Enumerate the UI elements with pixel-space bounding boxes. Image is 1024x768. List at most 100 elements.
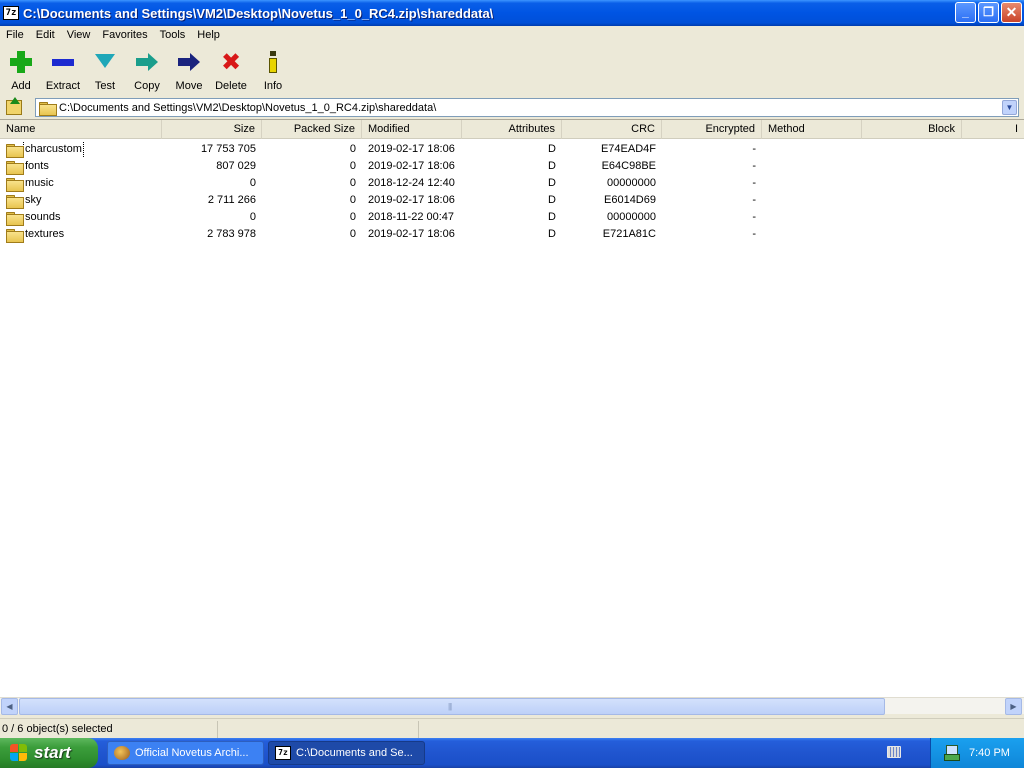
scroll-thumb[interactable]	[19, 698, 885, 715]
folder-icon	[6, 194, 24, 209]
column-attributes[interactable]: Attributes	[462, 120, 562, 139]
delete-button[interactable]: ✖ Delete	[210, 46, 252, 92]
row-modified: 2019-02-17 18:06	[368, 143, 455, 155]
folder-icon	[6, 160, 24, 175]
column-size[interactable]: Size	[162, 120, 262, 139]
address-bar: C:\Documents and Settings\VM2\Desktop\No…	[0, 96, 1024, 118]
copy-label: Copy	[134, 80, 160, 92]
row-encrypted: -	[752, 211, 756, 223]
minimize-button[interactable]: _	[955, 2, 976, 23]
row-attributes: D	[548, 194, 556, 206]
menu-file[interactable]: File	[0, 29, 30, 41]
chevron-down-icon[interactable]: ▼	[1002, 100, 1017, 115]
status-bar: 0 / 6 object(s) selected	[0, 718, 1024, 738]
menu-favorites[interactable]: Favorites	[96, 29, 153, 41]
toolbar: Add Extract Test Copy Move ✖ Delete Info	[0, 46, 1024, 94]
address-input[interactable]: C:\Documents and Settings\VM2\Desktop\No…	[35, 98, 1019, 117]
menu-view[interactable]: View	[61, 29, 97, 41]
scroll-right-icon[interactable]: ▶	[1005, 698, 1022, 715]
row-size: 2 711 266	[207, 194, 256, 206]
status-pane-3	[420, 721, 620, 738]
taskbar-item-label: C:\Documents and Se...	[296, 747, 413, 759]
table-row[interactable]: charcustom 17 753 705 0 2019-02-17 18:06…	[0, 141, 1024, 158]
app-icon[interactable]: 7z	[3, 6, 19, 20]
row-packed-size: 0	[349, 160, 356, 172]
folder-icon	[39, 101, 57, 116]
minus-icon	[51, 50, 75, 74]
system-tray: 7:40 PM	[930, 738, 1024, 768]
row-attributes: D	[548, 143, 556, 155]
plus-icon	[9, 50, 33, 74]
extract-label: Extract	[45, 80, 81, 92]
row-crc: E6014D69	[604, 194, 656, 206]
taskbar-item-browser[interactable]: Official Novetus Archi...	[107, 741, 264, 765]
table-row[interactable]: textures 2 783 978 0 2019-02-17 18:06 D …	[0, 226, 1024, 243]
menu-help[interactable]: Help	[191, 29, 226, 41]
7zip-icon: 7z	[275, 746, 291, 760]
close-button[interactable]: ✕	[1001, 2, 1022, 23]
column-modified[interactable]: Modified	[362, 120, 462, 139]
start-button[interactable]: start	[0, 738, 98, 768]
network-icon[interactable]	[944, 745, 960, 761]
table-row[interactable]: fonts 807 029 0 2019-02-17 18:06 D E64C9…	[0, 158, 1024, 175]
column-block[interactable]: Block	[862, 120, 962, 139]
taskbar-item-label: Official Novetus Archi...	[135, 747, 249, 759]
folder-icon	[6, 211, 24, 226]
row-modified: 2018-12-24 12:40	[368, 177, 455, 189]
test-button[interactable]: Test	[84, 46, 126, 92]
row-packed-size: 0	[349, 177, 356, 189]
windows-logo-icon	[10, 744, 28, 762]
row-crc: 00000000	[607, 211, 656, 223]
column-name[interactable]: Name	[0, 120, 162, 139]
test-label: Test	[94, 80, 116, 92]
add-label: Add	[11, 80, 31, 92]
column-extra[interactable]: I	[962, 120, 1024, 139]
add-button[interactable]: Add	[0, 46, 42, 92]
row-name: fonts	[25, 160, 49, 172]
horizontal-scrollbar[interactable]: ◀ ▶	[0, 697, 1024, 715]
row-packed-size: 0	[349, 143, 356, 155]
keyboard-icon[interactable]	[887, 746, 901, 758]
window-title: C:\Documents and Settings\VM2\Desktop\No…	[23, 5, 494, 21]
table-row[interactable]: sounds 0 0 2018-11-22 00:47 D 00000000 -	[0, 209, 1024, 226]
extract-button[interactable]: Extract	[42, 46, 84, 92]
table-row[interactable]: music 0 0 2018-12-24 12:40 D 00000000 -	[0, 175, 1024, 192]
row-encrypted: -	[752, 160, 756, 172]
taskbar-item-7zip[interactable]: 7z C:\Documents and Se...	[268, 741, 425, 765]
column-method[interactable]: Method	[762, 120, 862, 139]
file-list[interactable]: Name Size Packed Size Modified Attribute…	[0, 119, 1024, 697]
maximize-button[interactable]: ❐	[978, 2, 999, 23]
title-bar[interactable]: 7z C:\Documents and Settings\VM2\Desktop…	[0, 0, 1024, 26]
menu-edit[interactable]: Edit	[30, 29, 61, 41]
scroll-left-icon[interactable]: ◀	[1, 698, 18, 715]
menu-tools[interactable]: Tools	[154, 29, 192, 41]
copy-button[interactable]: Copy	[126, 46, 168, 92]
row-crc: E74EAD4F	[600, 143, 656, 155]
test-check-icon	[93, 50, 117, 74]
column-packed-size[interactable]: Packed Size	[262, 120, 362, 139]
info-label: Info	[263, 80, 283, 92]
row-size: 0	[249, 177, 256, 189]
row-packed-size: 0	[349, 228, 356, 240]
column-crc[interactable]: CRC	[562, 120, 662, 139]
move-button[interactable]: Move	[168, 46, 210, 92]
taskbar: start Official Novetus Archi... 7z C:\Do…	[0, 738, 1024, 768]
row-attributes: D	[548, 177, 556, 189]
row-size: 2 783 978	[207, 228, 256, 240]
row-name: sky	[25, 194, 42, 206]
info-button[interactable]: Info	[252, 46, 294, 92]
row-encrypted: -	[752, 143, 756, 155]
row-encrypted: -	[752, 194, 756, 206]
column-header: Name Size Packed Size Modified Attribute…	[0, 120, 1024, 139]
clock[interactable]: 7:40 PM	[969, 738, 1010, 768]
row-modified: 2019-02-17 18:06	[368, 228, 455, 240]
folder-icon	[6, 177, 24, 192]
table-row[interactable]: sky 2 711 266 0 2019-02-17 18:06 D E6014…	[0, 192, 1024, 209]
row-packed-size: 0	[349, 194, 356, 206]
row-modified: 2018-11-22 00:47	[368, 211, 455, 223]
column-encrypted[interactable]: Encrypted	[662, 120, 762, 139]
row-attributes: D	[548, 160, 556, 172]
row-encrypted: -	[752, 177, 756, 189]
folder-up-icon[interactable]	[4, 97, 22, 116]
address-path: C:\Documents and Settings\VM2\Desktop\No…	[59, 101, 437, 114]
